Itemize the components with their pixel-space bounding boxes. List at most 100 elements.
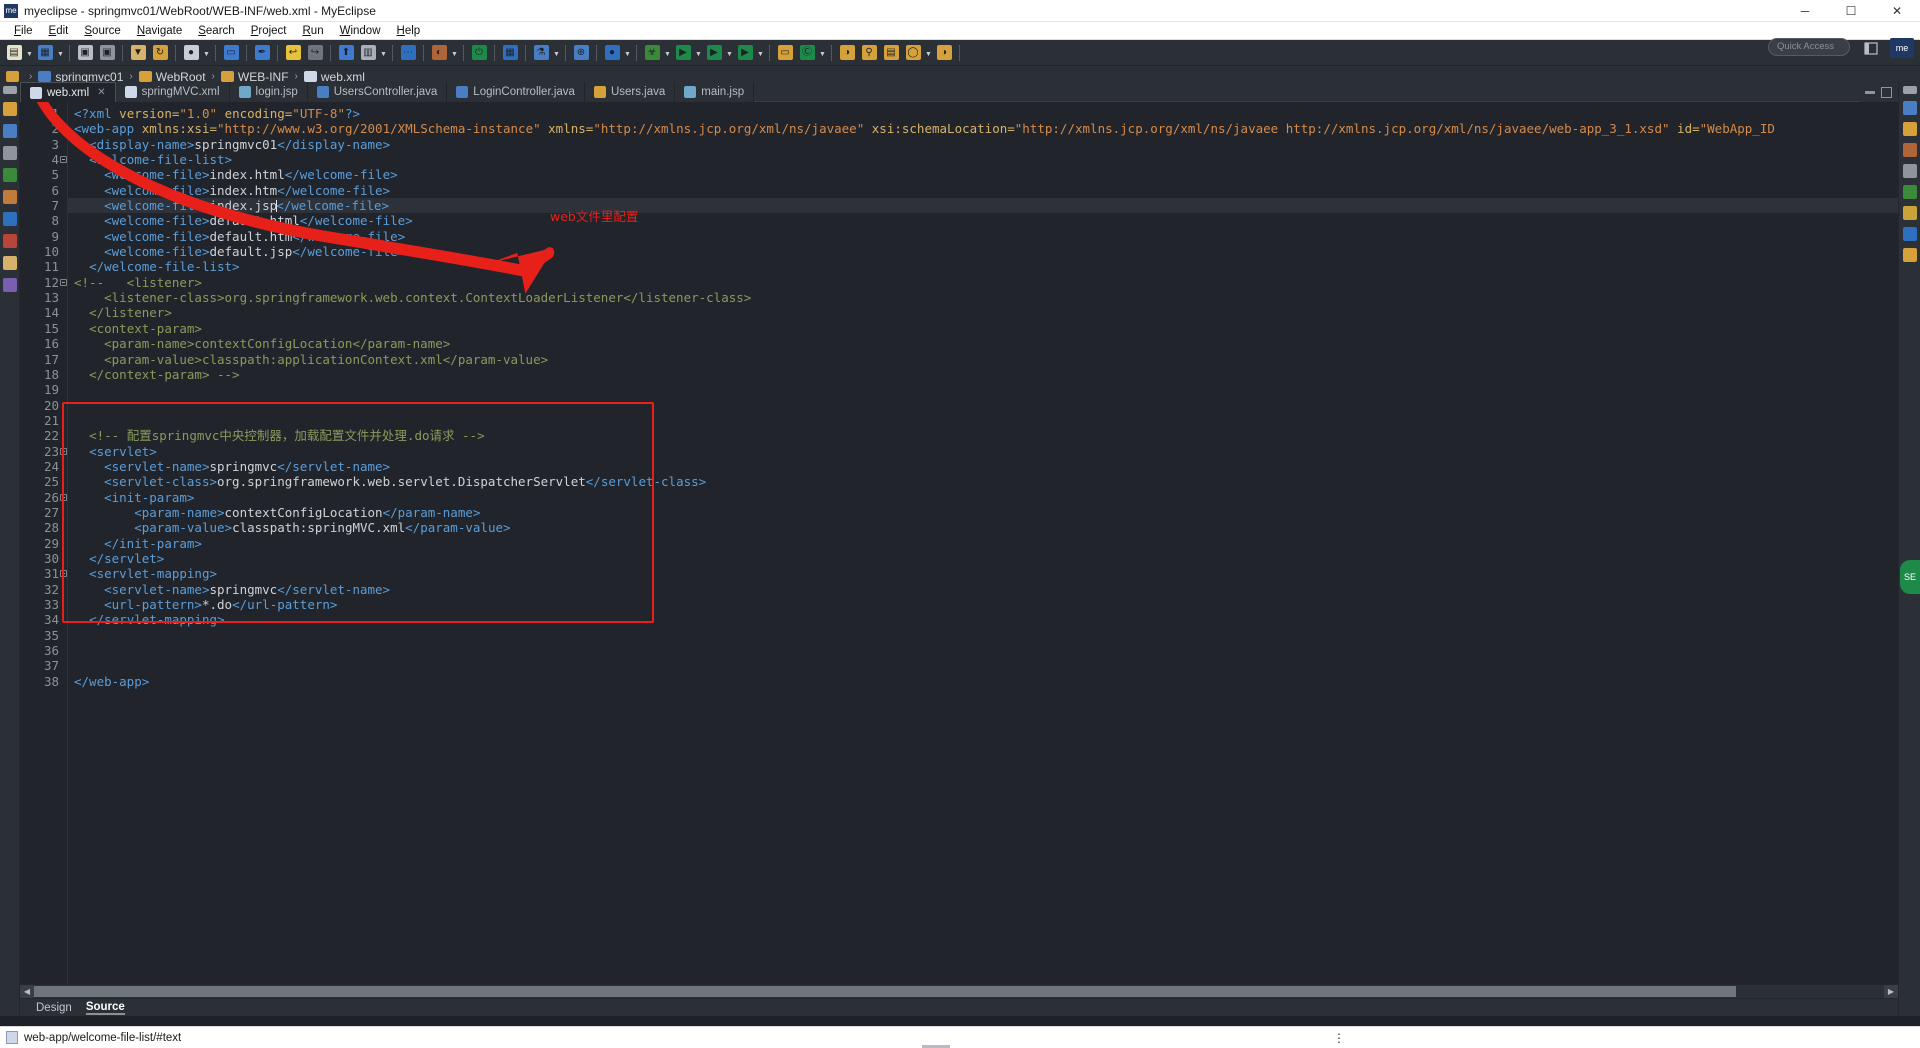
editor-mode-tab-source[interactable]: Source [85,1001,125,1015]
new-folder-button[interactable]: ▭ [775,43,795,63]
chevron-down-icon[interactable]: ▼ [694,43,703,63]
code-line-29[interactable]: </init-param> [68,536,1898,551]
refresh-button[interactable]: ↻ [150,43,170,63]
package-explorer-icon[interactable] [2,102,17,116]
code-line-9[interactable]: <welcome-file>default.htm</welcome-file> [68,229,1898,244]
chevron-down-icon[interactable]: ▼ [552,43,561,63]
minimize-button[interactable]: ─ [1782,0,1828,22]
upload-button[interactable]: ⬆ [336,43,356,63]
editor-mode-tab-design[interactable]: Design [36,1002,72,1014]
search-web-button[interactable]: ● [602,43,622,63]
pen-button[interactable]: ✒ [252,43,272,63]
close-button[interactable]: ✕ [1874,0,1920,22]
new-class-button[interactable]: Ⓒ [797,43,817,63]
menu-item-navigate[interactable]: Navigate [129,24,190,38]
minimize-editor-icon[interactable] [1865,90,1875,94]
profile-button[interactable]: ▶ [735,43,755,63]
console-button[interactable]: ⋯ [398,43,418,63]
maximize-button[interactable]: ☐ [1828,0,1874,22]
last-button[interactable]: ◑ [934,43,954,63]
minimize-view-icon[interactable] [2,86,17,94]
code-line-12[interactable]: <!-- <listener> [68,275,1898,290]
outline-view-icon[interactable] [2,124,17,138]
db-icon[interactable] [1902,248,1917,262]
snippets-icon[interactable] [1902,185,1917,199]
code-line-34[interactable]: </servlet-mapping> [68,612,1898,627]
chevron-down-icon[interactable]: ▼ [56,43,65,63]
search-button[interactable]: ⚲ [859,43,879,63]
fold-toggle-icon[interactable] [60,447,67,455]
code-line-26[interactable]: <init-param> [68,490,1898,505]
code-line-33[interactable]: <url-pattern>*.do</url-pattern> [68,597,1898,612]
code-line-20[interactable] [68,398,1898,413]
code-line-8[interactable]: <welcome-file>default.html</welcome-file… [68,213,1898,228]
menu-item-edit[interactable]: Edit [41,24,77,38]
code-line-18[interactable]: </context-param> --> [68,367,1898,382]
menu-item-source[interactable]: Source [76,24,128,38]
redo-button[interactable]: ↪ [305,43,325,63]
chevron-down-icon[interactable]: ▼ [818,43,827,63]
chevron-down-icon[interactable]: ▼ [725,43,734,63]
search-view-icon[interactable] [2,256,17,270]
code-line-25[interactable]: <servlet-class>org.springframework.web.s… [68,474,1898,489]
menu-item-help[interactable]: Help [389,24,429,38]
snippets-view-icon[interactable] [2,190,17,204]
fold-toggle-icon[interactable] [60,493,67,501]
problems-view-icon[interactable] [2,234,17,248]
editor-tab-logincontroller-java[interactable]: LoginController.java [447,82,585,102]
run-external-button[interactable]: ▶ [704,43,724,63]
code-line-36[interactable] [68,643,1898,658]
servers-view-icon[interactable] [2,146,17,160]
quick-access-input[interactable]: Quick Access [1768,38,1850,56]
chevron-down-icon[interactable]: ▼ [756,43,765,63]
console-view-icon[interactable] [2,212,17,226]
properties-icon[interactable] [1902,164,1917,178]
scroll-track[interactable] [34,985,1884,998]
editor-tab-login-jsp[interactable]: login.jsp [230,82,308,102]
code-line-31[interactable]: <servlet-mapping> [68,566,1898,581]
test-button[interactable]: ⚗ [531,43,551,63]
chevron-down-icon[interactable]: ▼ [25,43,34,63]
chevron-down-icon[interactable]: ▼ [450,43,459,63]
outline-icon[interactable] [1902,101,1917,115]
code-line-32[interactable]: <servlet-name>springmvc</servlet-name> [68,582,1898,597]
code-line-5[interactable]: <welcome-file>index.html</welcome-file> [68,167,1898,182]
code-line-3[interactable]: <display-name>springmvc01</display-name> [68,137,1898,152]
code-line-4[interactable]: <welcome-file-list> [68,152,1898,167]
code-line-28[interactable]: <param-value>classpath:springMVC.xml</pa… [68,520,1898,535]
code-line-11[interactable]: </welcome-file-list> [68,259,1898,274]
run-button[interactable]: ▶ [673,43,693,63]
horizontal-scrollbar[interactable]: ◀ ▶ [20,984,1898,998]
open-perspective-icon[interactable] [1860,38,1882,58]
code-line-1[interactable]: <?xml version="1.0" encoding="UTF-8"?> [68,106,1898,121]
user-profile-button[interactable]: ● [181,43,201,63]
code-line-35[interactable] [68,628,1898,643]
code-text[interactable]: <?xml version="1.0" encoding="UTF-8"?> <w… [68,102,1898,984]
menu-item-window[interactable]: Window [332,24,389,38]
editor-tab-web-xml[interactable]: web.xml ✕ [20,82,116,102]
code-line-16[interactable]: <param-name>contextConfigLocation</param… [68,336,1898,351]
chevron-down-icon[interactable]: ▼ [924,43,933,63]
editor-tab-users-java[interactable]: Users.java [585,82,676,102]
editor-tab-main-jsp[interactable]: main.jsp [675,82,755,102]
code-line-21[interactable] [68,413,1898,428]
editor-tab-springmvc-xml[interactable]: springMVC.xml [116,82,230,102]
code-line-2[interactable]: <web-app xmlns:xsi="http://www.w3.org/20… [68,121,1898,136]
power-button[interactable]: ⏻ [469,43,489,63]
open-type-button[interactable]: ◑ [837,43,857,63]
code-line-14[interactable]: </listener> [68,305,1898,320]
menu-item-project[interactable]: Project [243,24,295,38]
code-line-27[interactable]: <param-name>contextConfigLocation</param… [68,505,1898,520]
layout-button[interactable]: ▦ [500,43,520,63]
export-button[interactable]: ▼ [128,43,148,63]
fold-toggle-icon[interactable] [60,156,67,164]
fold-toggle-icon[interactable] [60,278,67,286]
db-browser-icon[interactable] [2,168,17,182]
breadcrumb-item-root[interactable] [6,71,23,82]
clipboard-button[interactable]: ▤ [881,43,901,63]
menu-item-search[interactable]: Search [190,24,242,38]
code-editor[interactable]: 1 2 3 4 5 6 7 8 9 10 11 12 13 14 15 16 17 18 19 20 21 22 23 24 2… [20,102,1898,984]
restore-view-icon[interactable] [1902,86,1917,94]
save-all-button[interactable]: ▣ [97,43,117,63]
tasks-view-icon[interactable] [2,278,17,292]
